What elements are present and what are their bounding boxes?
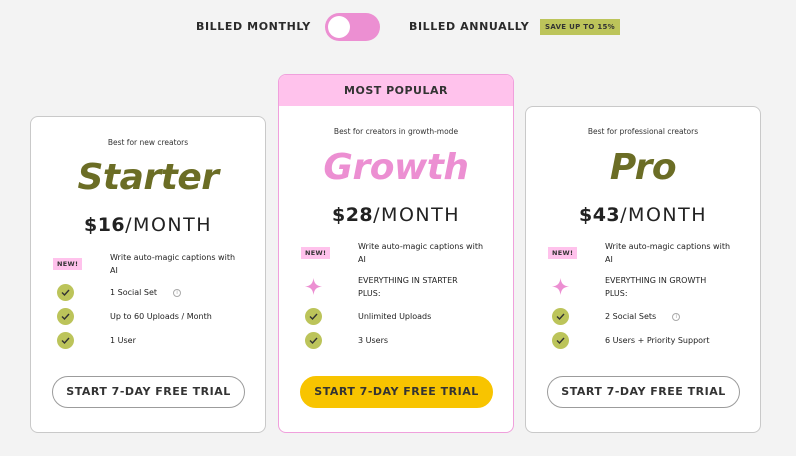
- price-period: /MONTH: [373, 204, 461, 226]
- check-icon: [57, 308, 74, 325]
- feature-text: 2 Social Sets i: [605, 310, 681, 323]
- save-badge: SAVE UP TO 15%: [540, 19, 620, 35]
- feature-text: Write auto-magic captions with AI: [358, 242, 484, 264]
- billed-monthly-label[interactable]: BILLED MONTHLY: [196, 20, 311, 33]
- check-icon: [552, 308, 569, 325]
- most-popular-banner: MOST POPULAR: [279, 75, 513, 106]
- feature-text: Unlimited Uploads: [358, 312, 432, 321]
- info-icon[interactable]: i: [672, 313, 681, 321]
- new-badge: NEW!: [548, 247, 578, 259]
- feature-label: 2 Social Sets: [605, 312, 657, 321]
- plan-card-growth: MOST POPULAR Best for creators in growth…: [278, 74, 514, 433]
- new-badge: NEW!: [53, 258, 83, 270]
- sparkle-icon: [304, 277, 323, 296]
- plan-name: Starter: [77, 157, 219, 198]
- plan-price: $16/MONTH: [31, 214, 265, 236]
- feature-text: 1 Social Set i: [110, 286, 182, 299]
- plan-card-pro: Best for professional creators Pro $43/M…: [525, 106, 761, 433]
- price-amount: $16: [83, 214, 126, 236]
- check-icon: [305, 332, 322, 349]
- check-icon: [552, 332, 569, 349]
- info-icon[interactable]: i: [173, 289, 182, 297]
- start-trial-button[interactable]: START 7-DAY FREE TRIAL: [547, 376, 740, 408]
- feature-text: Write auto-magic captions with AI: [605, 242, 731, 264]
- plan-tagline: Best for creators in growth-mode: [333, 127, 459, 136]
- plan-price: $28/MONTH: [279, 204, 513, 226]
- price-amount: $28: [331, 204, 374, 226]
- start-trial-button[interactable]: START 7-DAY FREE TRIAL: [52, 376, 245, 408]
- price-period: /MONTH: [620, 204, 708, 226]
- plan-tagline: Best for professional creators: [587, 127, 699, 136]
- toggle-knob: [328, 16, 350, 38]
- feature-text: Up to 60 Uploads / Month: [110, 312, 212, 321]
- feature-text: 6 Users + Priority Support: [605, 336, 710, 345]
- plan-card-starter: Best for new creators Starter $16/MONTH …: [30, 116, 266, 433]
- feature-text: 1 User: [110, 336, 136, 345]
- check-icon: [305, 308, 322, 325]
- plan-name: Growth: [323, 147, 469, 188]
- feature-text: Write auto-magic captions with AI: [110, 253, 236, 275]
- new-badge: NEW!: [301, 247, 331, 259]
- plan-tagline: Best for new creators: [107, 138, 189, 147]
- billing-toggle[interactable]: [325, 13, 380, 41]
- price-amount: $43: [578, 204, 621, 226]
- billed-annually-label[interactable]: BILLED ANNUALLY: [409, 20, 529, 33]
- feature-text: EVERYTHING IN GROWTH PLUS:: [605, 276, 707, 298]
- price-period: /MONTH: [125, 214, 213, 236]
- sparkle-icon: [551, 277, 570, 296]
- check-icon: [57, 332, 74, 349]
- feature-label: 1 Social Set: [110, 288, 158, 297]
- plan-name: Pro: [609, 147, 677, 188]
- feature-text: 3 Users: [358, 336, 389, 345]
- check-icon: [57, 284, 74, 301]
- billing-toggle-bar: BILLED MONTHLY BILLED ANNUALLY SAVE UP T…: [0, 12, 796, 42]
- plan-price: $43/MONTH: [526, 204, 760, 226]
- feature-text: EVERYTHING IN STARTER PLUS:: [358, 276, 458, 298]
- start-trial-button[interactable]: START 7-DAY FREE TRIAL: [300, 376, 493, 408]
